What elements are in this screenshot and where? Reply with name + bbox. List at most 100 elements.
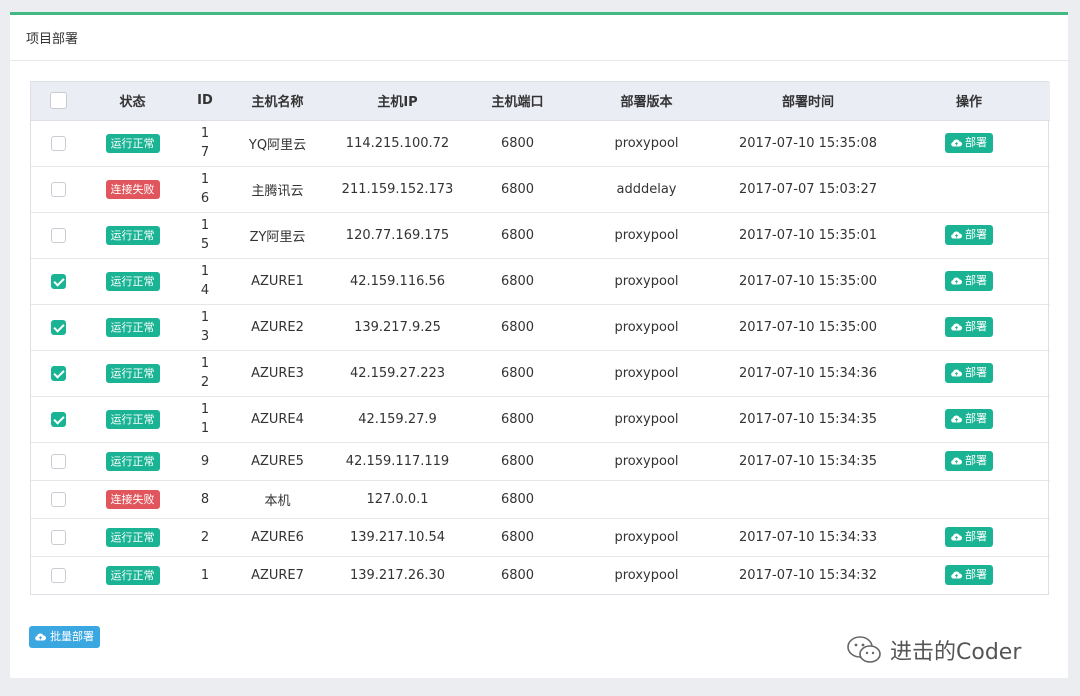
deploy-button-label: 部署 (965, 366, 987, 379)
host-id-line: 1 (200, 310, 210, 325)
id-cell: 17 (180, 120, 230, 166)
row-select-cell (31, 120, 85, 166)
action-cell: 部署 (888, 442, 1050, 480)
host-id-line: 1 (200, 421, 210, 436)
cloud-upload-icon (951, 231, 962, 239)
deploy-button[interactable]: 部署 (945, 565, 993, 586)
action-cell: 部署 (888, 518, 1050, 556)
host-name-cell: YQ阿里云 (248, 137, 307, 153)
row-checkbox[interactable] (50, 319, 66, 335)
status-cell: 运行正常 (85, 120, 180, 166)
host-port-cell: 6800 (500, 181, 535, 197)
id-cell: 14 (180, 258, 230, 304)
version-cell: proxypool (614, 411, 679, 427)
row-select-cell (31, 480, 85, 518)
select-all-checkbox[interactable] (49, 92, 67, 110)
action-cell (888, 166, 1050, 212)
col-header-version: 部署版本 (565, 82, 728, 121)
version-cell: proxypool (614, 227, 679, 243)
status-cell: 运行正常 (85, 350, 180, 396)
deploy-button-label: 部署 (965, 274, 987, 287)
row-select-cell (31, 518, 85, 556)
host-port-cell: 6800 (500, 567, 535, 583)
table-row: 运行正常 1 2 AZURE3 42.159.27.223 6800 proxypool 20… (31, 350, 1050, 396)
host-ip-cell: 139.217.26.30 (349, 567, 446, 583)
deploy-button-label: 部署 (965, 320, 987, 333)
deploy-button[interactable]: 部署 (945, 409, 993, 429)
host-id: 12 (201, 354, 209, 392)
table-row: 运行正常 1 5 ZY阿里云 120.77.169.175 6800 proxypool 20… (31, 212, 1050, 258)
row-select-cell (31, 258, 85, 304)
id-cell: 16 (180, 166, 230, 212)
deploy-button[interactable]: 部署 (945, 133, 993, 153)
host-id-line: 7 (200, 145, 210, 160)
watermark-text: 进击的Coder (890, 640, 1022, 665)
time-cell: 2017-07-10 15:34:35 (738, 411, 878, 427)
table-row: 运行正常 1 4 AZURE1 42.159.116.56 6800 proxypool 20… (31, 258, 1050, 304)
row-checkbox[interactable] (50, 529, 66, 545)
host-id-line: 1 (200, 356, 210, 371)
deploy-button[interactable]: 部署 (945, 527, 993, 547)
table-row: 连接失败 8 本机 127.0.0.1 6800 (31, 480, 1050, 518)
row-checkbox[interactable] (50, 181, 66, 197)
time-cell: 2017-07-10 15:34:35 (738, 453, 878, 469)
host-id: 16 (201, 170, 209, 208)
status-badge: 连接失败 (105, 489, 160, 509)
cloud-upload-icon (951, 139, 962, 147)
deploy-button[interactable]: 部署 (945, 451, 993, 471)
cloud-upload-icon (951, 323, 962, 331)
deploy-button[interactable]: 部署 (945, 363, 993, 383)
row-checkbox[interactable] (50, 567, 66, 583)
row-select-cell (31, 350, 85, 396)
deploy-button-label: 部署 (965, 228, 987, 241)
version-cell: proxypool (614, 319, 679, 335)
host-id-line: 1 (200, 264, 210, 279)
col-header-time: 部署时间 (728, 82, 888, 121)
row-checkbox[interactable] (50, 365, 66, 381)
batch-deploy-button[interactable]: 批量部署 (29, 626, 100, 648)
host-id-line: 9 (200, 453, 210, 469)
host-id-line: 1 (200, 567, 210, 583)
host-id: 9 (201, 452, 209, 471)
row-checkbox[interactable] (50, 453, 66, 469)
time-cell: 2017-07-10 15:35:01 (738, 227, 878, 243)
deploy-button[interactable]: 部署 (945, 317, 993, 337)
row-checkbox[interactable] (50, 135, 66, 151)
cloud-upload-icon (951, 277, 962, 285)
row-checkbox[interactable] (50, 491, 66, 507)
version-cell: proxypool (614, 135, 679, 151)
host-id-line: 2 (200, 529, 210, 545)
host-id-line: 1 (200, 172, 210, 187)
host-name-cell: AZURE3 (251, 365, 304, 381)
table-row: 运行正常 9 AZURE5 42.159.117.119 6800 proxypool 20… (31, 442, 1050, 480)
col-header-id: ID (180, 82, 230, 121)
row-checkbox[interactable] (50, 273, 66, 289)
status-badge: 运行正常 (105, 451, 160, 471)
deploy-button[interactable]: 部署 (945, 225, 993, 245)
deploy-button-label: 部署 (965, 454, 987, 467)
host-id: 8 (201, 490, 209, 509)
col-header-action: 操作 (888, 82, 1050, 121)
version-cell: proxypool (614, 453, 679, 469)
deploy-button[interactable]: 部署 (945, 271, 993, 291)
table-header-row: 状态 ID 主机名称 主机IP 主机端口 部署版本 部署时间 操作 (31, 82, 1050, 121)
id-cell: 1 (180, 556, 230, 594)
action-cell: 部署 (888, 258, 1050, 304)
cloud-upload-icon (951, 415, 962, 423)
version-cell (565, 480, 728, 518)
panel-title: 项目部署 (26, 32, 79, 47)
row-select-cell (31, 304, 85, 350)
action-cell: 部署 (888, 212, 1050, 258)
row-select-cell (31, 396, 85, 442)
row-checkbox[interactable] (50, 227, 66, 243)
row-checkbox[interactable] (50, 411, 66, 427)
status-badge: 运行正常 (105, 409, 160, 429)
deploy-button-label: 部署 (965, 412, 987, 425)
host-ip-cell: 42.159.27.9 (358, 411, 437, 427)
host-port-cell: 6800 (500, 529, 535, 545)
host-port-cell: 6800 (500, 453, 535, 469)
host-port-cell: 6800 (500, 319, 535, 335)
host-name-cell: AZURE6 (251, 529, 304, 545)
id-cell: 13 (180, 304, 230, 350)
status-cell: 运行正常 (85, 518, 180, 556)
